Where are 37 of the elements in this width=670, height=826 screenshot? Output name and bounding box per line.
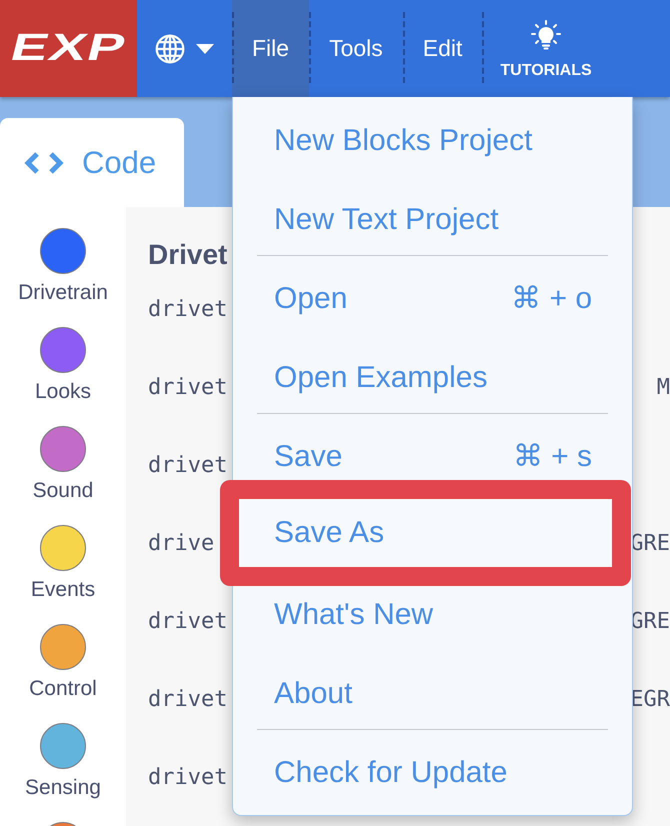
menu-tab[interactable]: Tools — [309, 0, 403, 97]
code-text: drivet — [148, 764, 228, 792]
menu-item[interactable]: What's New — [233, 591, 632, 638]
code-icon — [24, 150, 64, 174]
shortcut-text: ⌘ + s — [512, 440, 592, 474]
category-item[interactable]: Drivetrain — [18, 228, 108, 305]
code-text: drive — [148, 530, 214, 558]
category-item[interactable]: Control — [29, 624, 97, 701]
category-item[interactable]: Events — [30, 525, 96, 602]
code-text: EGR — [630, 686, 670, 714]
code-text: drivet — [148, 296, 228, 324]
code-text: drivet — [148, 608, 228, 636]
code-text: drivet — [148, 374, 228, 402]
category-item[interactable]: Sound — [32, 426, 94, 503]
menu-item[interactable]: New Text Project — [233, 196, 632, 243]
menu-item[interactable]: Check for Update — [233, 749, 632, 796]
menu-tab[interactable]: Edit — [402, 0, 482, 97]
lightbulb-icon — [531, 20, 562, 50]
category-item[interactable]: Looks — [34, 327, 92, 404]
shortcut-text: ⌘ + o — [511, 282, 592, 316]
menu-tab[interactable]: File — [232, 0, 310, 97]
code-text: M — [656, 374, 670, 402]
code-text: drivet — [148, 686, 228, 714]
tutorials-button[interactable]: TUTORIALS — [482, 0, 610, 97]
menu-item[interactable]: New Blocks Project — [233, 117, 632, 164]
menu-item[interactable]: About — [233, 670, 632, 717]
section-heading: Drivet — [148, 239, 228, 271]
menu-item[interactable]: Save ⌘ + s — [233, 433, 632, 480]
category-item[interactable]: Sensing — [25, 723, 101, 800]
menu-item[interactable]: Open Examples — [233, 354, 632, 401]
menu-item[interactable]: Open ⌘ + o — [233, 275, 632, 322]
caret-icon — [196, 44, 214, 54]
globe-icon — [155, 34, 185, 64]
editor-tab[interactable]: Code — [0, 118, 184, 207]
code-text: drivet — [148, 452, 228, 480]
highlighted-menu-item[interactable]: Save As — [220, 480, 631, 586]
logo: EXP — [0, 0, 137, 97]
